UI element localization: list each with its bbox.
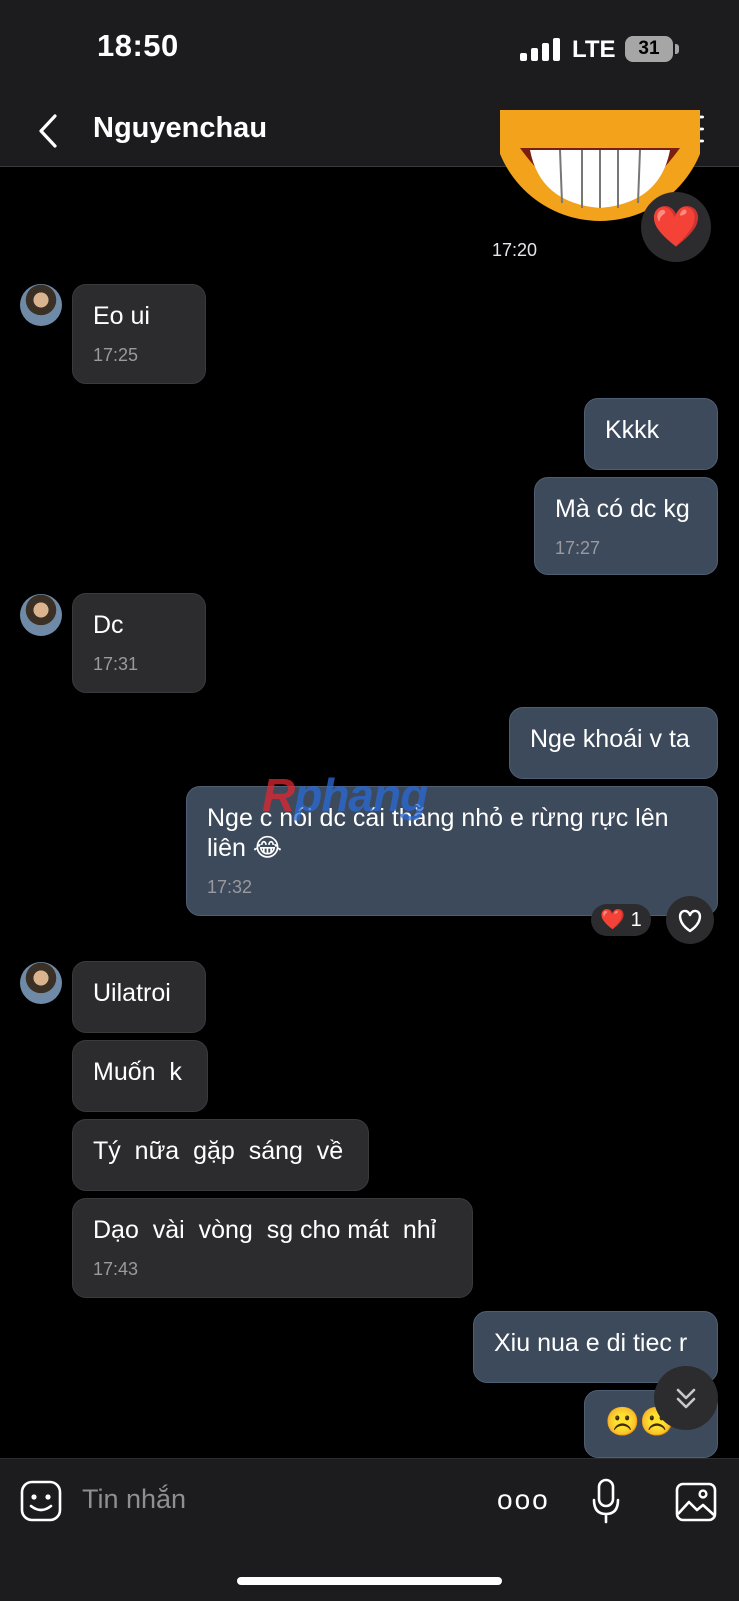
- message-bubble[interactable]: Dạo vài vòng sg cho mát nhỉ 17:43: [72, 1198, 473, 1298]
- message-text: Kkkk: [605, 416, 660, 444]
- message-time: 17:25: [93, 345, 139, 365]
- heart-outline-icon: [678, 909, 702, 933]
- avatar[interactable]: [20, 594, 62, 636]
- message-bubble[interactable]: Eo ui 17:25: [72, 284, 206, 384]
- reaction-badge[interactable]: ❤️ 1: [591, 904, 651, 936]
- image-icon[interactable]: [675, 1482, 717, 1527]
- scroll-to-bottom-button[interactable]: [654, 1366, 718, 1430]
- message-text: liên 😂: [207, 834, 283, 862]
- message-text: Dạo vài vòng sg cho mát nhỉ: [93, 1216, 437, 1244]
- more-icon[interactable]: ooo: [497, 1484, 550, 1516]
- heart-reaction-icon: ❤️: [600, 909, 626, 931]
- reaction-button[interactable]: ❤️: [641, 192, 711, 262]
- double-chevron-down-icon: [676, 1388, 696, 1409]
- watermark-logo: Rphang: [262, 769, 428, 821]
- avatar[interactable]: [20, 962, 62, 1004]
- message-text: Xiu nua e di tiec r: [494, 1329, 688, 1357]
- message-bubble[interactable]: Kkkk: [584, 398, 718, 470]
- message-input[interactable]: Tin nhắn: [82, 1484, 186, 1515]
- message-time: 17:31: [93, 654, 139, 674]
- battery-icon: 31: [625, 36, 673, 62]
- message-bubble[interactable]: Tý nữa gặp sáng về: [72, 1119, 369, 1191]
- message-time: 17:27: [555, 538, 601, 558]
- message-bubble[interactable]: Dc 17:31: [72, 593, 206, 693]
- message-bubble[interactable]: Uilatroi: [72, 961, 206, 1033]
- heart-reaction-icon: ❤️: [651, 205, 701, 249]
- microphone-icon[interactable]: [591, 1478, 621, 1529]
- status-time: 18:50: [97, 28, 179, 63]
- message-time: 17:20: [492, 240, 538, 260]
- message-text: Tý nữa gặp sáng về: [93, 1137, 344, 1165]
- home-indicator[interactable]: [237, 1577, 502, 1585]
- battery-tip: [675, 44, 679, 54]
- back-icon[interactable]: [36, 113, 60, 154]
- message-text: Eo ui: [93, 302, 150, 330]
- contact-name[interactable]: Nguyenchau: [93, 112, 267, 145]
- message-text: Uilatroi: [93, 979, 171, 1007]
- message-time: 17:32: [207, 877, 253, 897]
- message-text: Muốn k: [93, 1058, 182, 1086]
- message-time: 17:43: [93, 1259, 139, 1279]
- sticker-icon[interactable]: [20, 1480, 62, 1527]
- message-bubble[interactable]: Mà có dc kg 17:27: [534, 477, 718, 575]
- signal-icon: [520, 38, 564, 61]
- network-label: LTE: [572, 36, 616, 63]
- reaction-count: 1: [630, 909, 642, 931]
- avatar[interactable]: [20, 284, 62, 326]
- message-bubble[interactable]: Nge khoái v ta: [509, 707, 718, 779]
- react-button[interactable]: [666, 896, 714, 944]
- message-text: Dc: [93, 611, 124, 639]
- message-text: Nge khoái v ta: [530, 725, 690, 753]
- message-bubble[interactable]: Muốn k: [72, 1040, 208, 1112]
- message-text: Mà có dc kg: [555, 495, 690, 523]
